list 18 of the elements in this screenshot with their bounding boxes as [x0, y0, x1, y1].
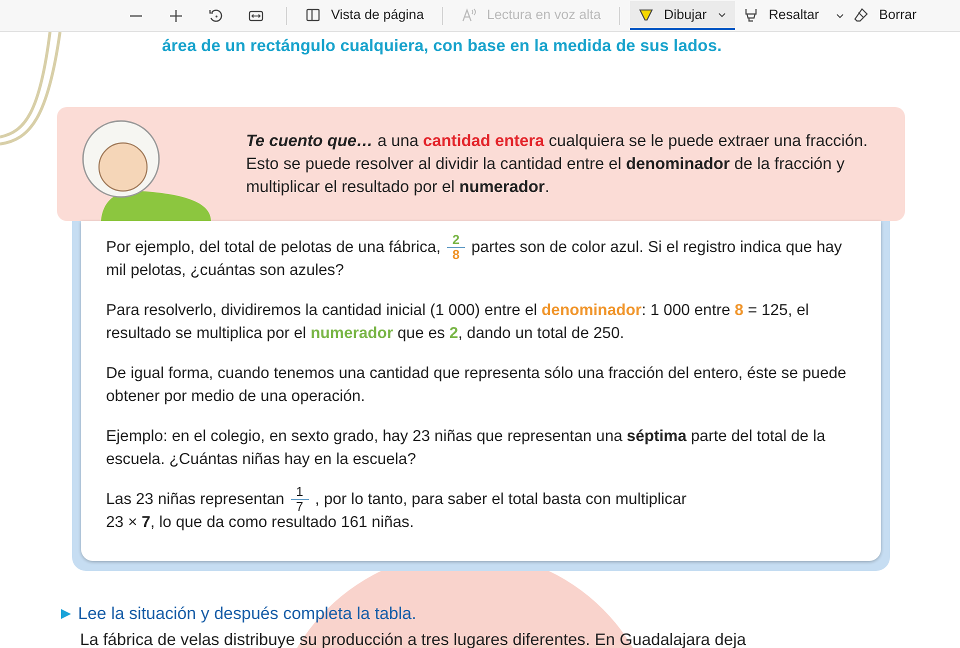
eraser-icon — [852, 6, 869, 22]
bullet-icon — [60, 608, 72, 620]
pen-icon — [638, 6, 654, 22]
page-view-button[interactable]: Vista de página — [297, 1, 432, 30]
page-view-icon — [305, 6, 321, 22]
highlighter-icon — [742, 6, 759, 22]
instruction-text: Lee la situación y después completa la tabla. — [78, 604, 416, 624]
highlight-button[interactable]: Resaltar — [734, 1, 827, 30]
read-aloud-icon — [460, 6, 477, 22]
section-heading: área de un rectángulo cualquiera, con base en la medida de sus lados. — [161, 36, 723, 57]
draw-button[interactable]: Dibujar — [630, 1, 735, 30]
zoom-in-icon[interactable] — [168, 8, 184, 24]
example-paragraph: De igual forma, cuando tenemos una cantidad que representa sólo una fracción del entero, éste se puede obtener por medio de una operación. — [106, 364, 848, 407]
rotate-icon[interactable] — [208, 8, 224, 24]
example-paragraph: Ejemplo: en el colegio, en sexto grado, hay 23 niñas que representan una séptima parte del total de la escuela. ¿Cuántas niñas hay en la escuela? — [106, 427, 826, 470]
erase-button[interactable]: Borrar — [844, 1, 924, 30]
example-paragraph: Para resolverlo, dividiremos la cantidad inicial (1 000) entre el denominador: 1 000 entre 8 = 125, el resultado se multiplica por el numerador que es 2, dando un total de 250. — [106, 301, 810, 344]
tip-text: Te cuento que… a una cantidad entera cualquiera se le puede extraer una fracción. Esto se puede resolver al dividir la cantidad entre el denominador de la fracción y multiplicar el resultado por el numerador. — [246, 130, 869, 198]
